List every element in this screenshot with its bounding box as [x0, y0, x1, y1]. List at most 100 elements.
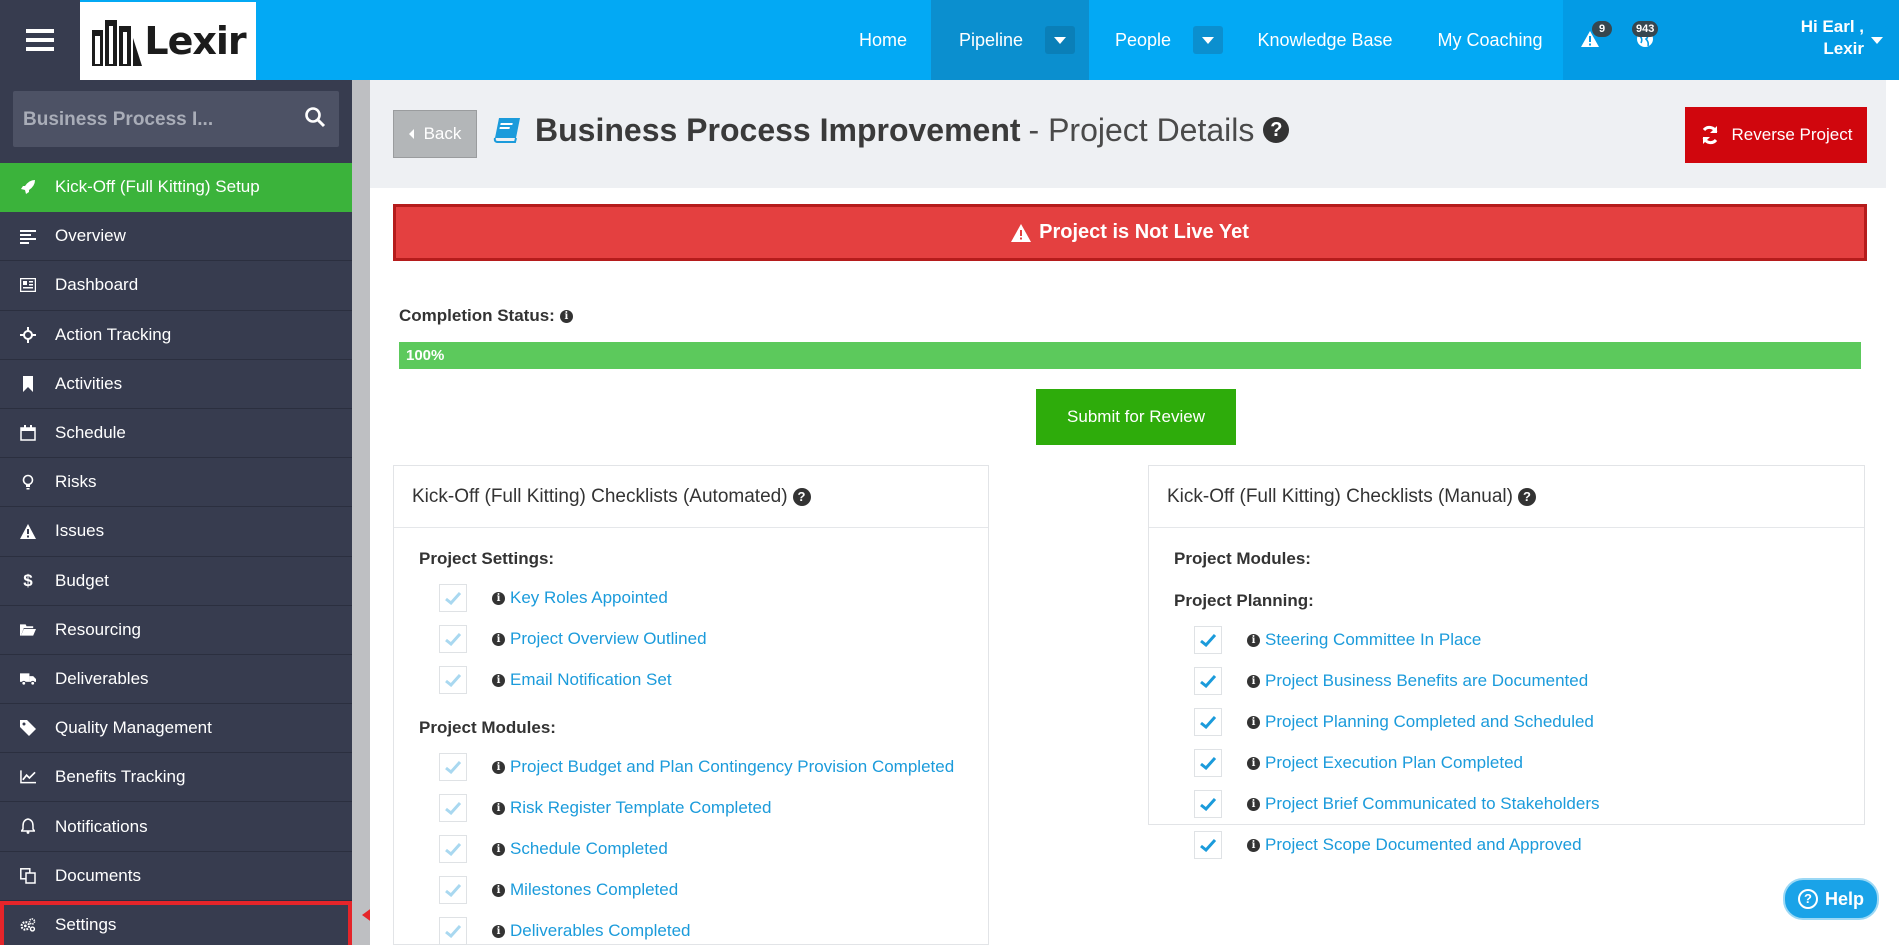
sidebar-item-kickoff-setup[interactable]: Kick-Off (Full Kitting) Setup	[0, 163, 352, 213]
sidebar-item-benefits-tracking[interactable]: Benefits Tracking	[0, 753, 352, 803]
checkmark-icon	[445, 842, 461, 856]
info-icon[interactable]: i	[492, 673, 505, 687]
help-label: Help	[1824, 888, 1864, 909]
info-icon[interactable]: i	[492, 760, 505, 774]
search-icon[interactable]	[304, 106, 326, 128]
info-icon[interactable]: i	[492, 924, 505, 938]
nav-home[interactable]: Home	[835, 0, 931, 80]
sidebar-item-resourcing[interactable]: Resourcing	[0, 606, 352, 655]
sidebar-item-schedule[interactable]: Schedule	[0, 409, 352, 459]
checkbox[interactable]	[439, 625, 467, 653]
sidebar-item-label: Issues	[55, 521, 105, 541]
project-search-input[interactable]: Business Process I...	[13, 91, 339, 147]
sidebar: Business Process I... Kick-Off (Full Kit…	[0, 80, 352, 945]
pipeline-dropdown-button[interactable]	[1045, 26, 1075, 54]
submit-for-review-button[interactable]: Submit for Review	[1036, 389, 1236, 445]
checkbox[interactable]	[1194, 708, 1222, 736]
completion-status-label: Completion Status: i	[399, 306, 573, 326]
checklist-item-link[interactable]: Project Brief Communicated to Stakeholde…	[1265, 794, 1600, 814]
checklist-item: i Risk Register Template Completed	[439, 793, 771, 823]
help-question-icon[interactable]: ?	[1263, 117, 1290, 143]
checklist-item-link[interactable]: Schedule Completed	[510, 839, 668, 859]
checkbox[interactable]	[1194, 667, 1222, 695]
checklist-item-link[interactable]: Email Notification Set	[510, 670, 672, 690]
project-search-value: Business Process I...	[23, 109, 214, 130]
help-question-icon[interactable]: ?	[792, 487, 811, 506]
sidebar-item-action-tracking[interactable]: Action Tracking	[0, 311, 352, 360]
info-icon[interactable]: i	[1247, 674, 1260, 688]
checklist-item-link[interactable]: Project Business Benefits are Documented	[1265, 671, 1588, 691]
checklist-item-link[interactable]: Milestones Completed	[510, 880, 678, 900]
checklist-item-link[interactable]: Project Execution Plan Completed	[1265, 753, 1523, 773]
checklist-item: i Email Notification Set	[439, 665, 672, 695]
checkbox[interactable]	[1194, 626, 1222, 654]
info-icon[interactable]: i	[492, 883, 505, 897]
help-question-icon: ?	[1797, 889, 1818, 909]
checkmark-icon	[1200, 756, 1216, 770]
checklist-item: i Steering Committee In Place	[1194, 625, 1481, 655]
info-icon[interactable]: i	[1247, 838, 1260, 852]
nav-knowledge-base[interactable]: Knowledge Base	[1240, 0, 1410, 80]
checklist-item-link[interactable]: Steering Committee In Place	[1265, 630, 1481, 650]
checkbox[interactable]	[1194, 831, 1222, 859]
reverse-project-button[interactable]: Reverse Project	[1685, 107, 1867, 163]
checkbox[interactable]	[439, 584, 467, 612]
sidebar-item-deliverables[interactable]: Deliverables	[0, 655, 352, 705]
truck-icon	[20, 671, 36, 687]
checklist-item-link[interactable]: Project Planning Completed and Scheduled	[1265, 712, 1594, 732]
checkmark-icon	[1200, 797, 1216, 811]
sidebar-item-activities[interactable]: Activities	[0, 360, 352, 409]
sidebar-item-documents[interactable]: Documents	[0, 852, 352, 901]
sidebar-item-overview[interactable]: Overview	[0, 212, 352, 262]
info-icon[interactable]: i	[559, 309, 573, 323]
checklist-item-link[interactable]: Deliverables Completed	[510, 921, 690, 941]
info-icon[interactable]: i	[1247, 756, 1260, 770]
checklist-item-link[interactable]: Risk Register Template Completed	[510, 798, 771, 818]
checkbox[interactable]	[439, 666, 467, 694]
checklist-item-link[interactable]: Key Roles Appointed	[510, 588, 668, 608]
sidebar-item-dashboard[interactable]: Dashboard	[0, 261, 352, 311]
sidebar-scrollbar[interactable]	[352, 80, 370, 945]
checklist-item-link[interactable]: Project Overview Outlined	[510, 629, 707, 649]
back-button[interactable]: Back	[393, 110, 477, 158]
checklist-item-link[interactable]: Project Budget and Plan Contingency Prov…	[510, 757, 954, 777]
menu-toggle-button[interactable]	[0, 0, 80, 80]
checkmark-icon	[1200, 715, 1216, 729]
checkbox[interactable]	[439, 835, 467, 863]
checkbox[interactable]	[439, 753, 467, 781]
notifications-badge: 943	[1632, 21, 1659, 37]
info-icon[interactable]: i	[1247, 633, 1260, 647]
people-dropdown-button[interactable]	[1193, 26, 1223, 54]
cogs-icon	[20, 917, 36, 933]
sidebar-item-risks[interactable]: Risks	[0, 458, 352, 508]
nav-home-label: Home	[858, 29, 907, 50]
info-icon[interactable]: i	[492, 842, 505, 856]
user-dropdown-button[interactable]	[1866, 26, 1888, 54]
checklist-item-link[interactable]: Project Scope Documented and Approved	[1265, 835, 1582, 855]
sidebar-item-notifications[interactable]: Notifications	[0, 802, 352, 852]
sidebar-item-settings[interactable]: Settings	[0, 900, 352, 945]
checkbox[interactable]	[1194, 749, 1222, 777]
help-button[interactable]: ? Help	[1783, 878, 1879, 920]
info-icon[interactable]: i	[492, 591, 505, 605]
info-icon[interactable]: i	[492, 632, 505, 646]
help-question-icon[interactable]: ?	[1517, 487, 1536, 506]
sidebar-item-quality-management[interactable]: Quality Management	[0, 704, 352, 754]
checkbox[interactable]	[439, 917, 467, 945]
sidebar-item-budget[interactable]: $ Budget	[0, 557, 352, 606]
nav-my-coaching[interactable]: My Coaching	[1420, 0, 1560, 80]
align-left-icon	[20, 228, 36, 245]
checkbox[interactable]	[1194, 790, 1222, 818]
info-icon[interactable]: i	[1247, 715, 1260, 729]
crosshair-icon	[20, 326, 36, 343]
checkbox[interactable]	[439, 794, 467, 822]
info-icon[interactable]: i	[1247, 797, 1260, 811]
info-icon[interactable]: i	[492, 801, 505, 815]
checkbox[interactable]	[439, 876, 467, 904]
sidebar-item-label: Benefits Tracking	[55, 767, 186, 787]
user-greeting[interactable]: Hi Earl , Lexir	[1770, 16, 1864, 60]
sidebar-item-label: Deliverables	[55, 668, 149, 688]
sidebar-item-issues[interactable]: Issues	[0, 507, 352, 557]
sidebar-item-label: Activities	[55, 373, 123, 393]
logo[interactable]: Lexir	[80, 2, 256, 80]
